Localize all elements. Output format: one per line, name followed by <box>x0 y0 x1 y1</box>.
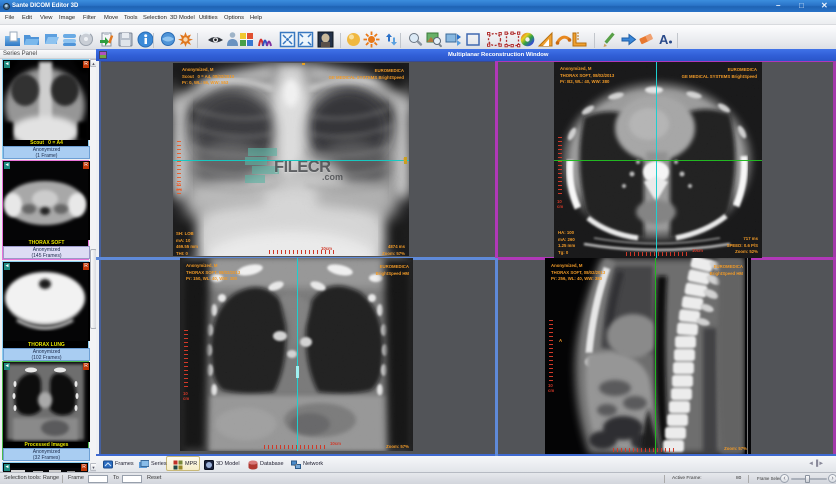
svg-text:A: A <box>659 32 669 47</box>
